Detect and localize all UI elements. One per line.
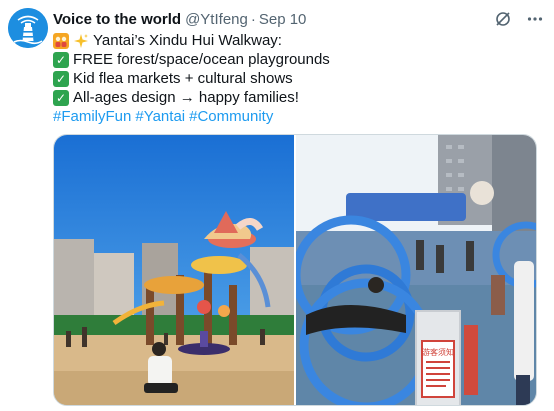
separator-dot: · bbox=[250, 10, 256, 28]
tweet-line-item: ✓ FREE forest/space/ocean playgrounds bbox=[53, 50, 544, 69]
tweet-line-text: Kid flea markets + cultural shows bbox=[73, 70, 293, 87]
hashtag-link[interactable]: #FamilyFun bbox=[53, 107, 131, 126]
tweet-line-text: Yantai’s Xindu Hui Walkway: bbox=[93, 32, 282, 49]
hashtag-link[interactable]: #Community bbox=[189, 107, 273, 126]
more-icon[interactable] bbox=[526, 10, 544, 28]
lighthouse-icon bbox=[8, 8, 48, 48]
photo-gyroscope-rides[interactable]: 游客须知 bbox=[296, 135, 536, 405]
family-emoji bbox=[53, 32, 69, 49]
tweet-line-item: ✓ Kid flea markets + cultural shows bbox=[53, 69, 544, 88]
tweet-line-item: ✓ All-ages design → happy families! bbox=[53, 88, 544, 107]
hashtag-link[interactable]: #Yantai bbox=[135, 107, 185, 126]
tweet-line-text: FREE forest/space/ocean playgrounds bbox=[73, 51, 330, 68]
sign-text: 游客须知 bbox=[422, 347, 454, 357]
tweet-text: Yantai’s Xindu Hui Walkway: ✓ FREE fores… bbox=[53, 31, 544, 126]
author-name[interactable]: Voice to the world bbox=[53, 11, 181, 28]
tweet-line-title: Yantai’s Xindu Hui Walkway: bbox=[53, 31, 544, 50]
author-handle[interactable]: @YtIfeng bbox=[185, 11, 248, 28]
grok-icon[interactable] bbox=[494, 10, 512, 28]
tweet-line-text: All-ages design → happy families! bbox=[73, 89, 299, 106]
check-mark-icon: ✓ bbox=[53, 89, 69, 106]
avatar[interactable] bbox=[8, 8, 48, 48]
check-mark-icon: ✓ bbox=[53, 51, 69, 68]
photo-playground-tower[interactable] bbox=[54, 135, 294, 405]
tweet-header: Voice to the world @YtIfeng · Sep 10 bbox=[53, 9, 544, 29]
check-mark-icon: ✓ bbox=[53, 70, 69, 87]
hashtag-line: #FamilyFun #Yantai #Community bbox=[53, 107, 544, 126]
sparkles-emoji bbox=[73, 33, 89, 49]
post-date[interactable]: Sep 10 bbox=[259, 11, 307, 28]
media-grid: 游客须知 bbox=[53, 134, 537, 406]
